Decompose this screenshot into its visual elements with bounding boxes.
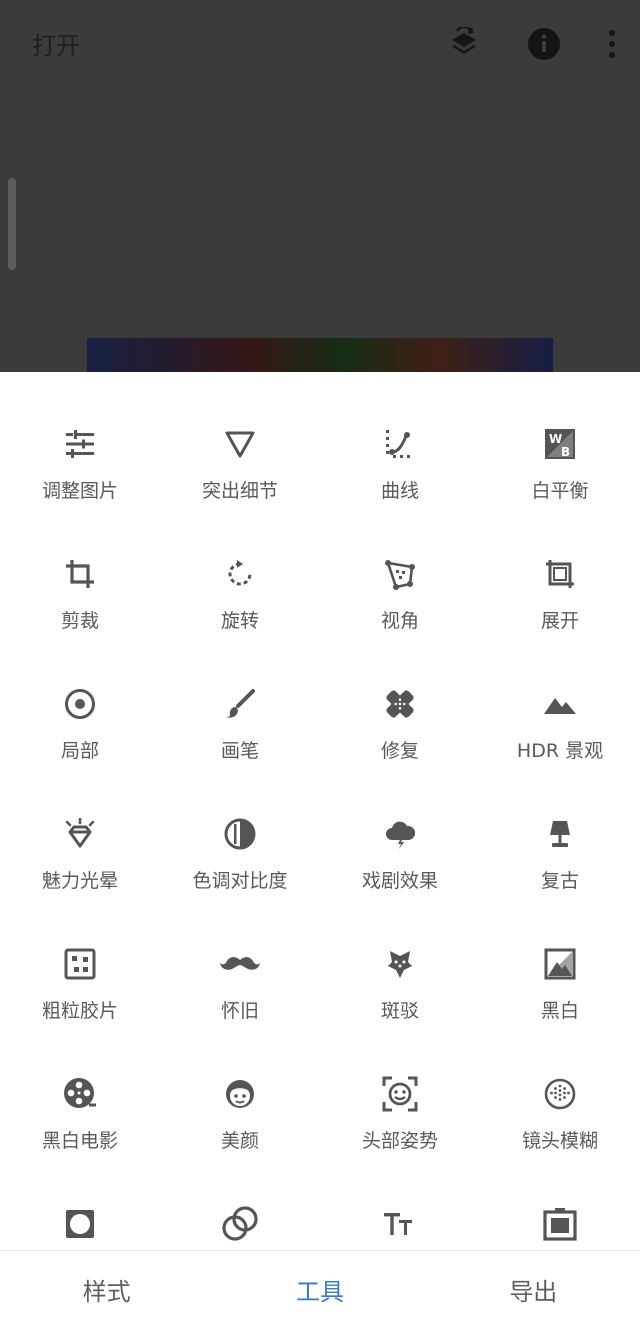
- top-actions: [442, 22, 622, 66]
- more-vert-icon[interactable]: [602, 22, 622, 66]
- text-icon: [380, 1204, 420, 1244]
- tool-label: 魅力光晕: [41, 870, 118, 892]
- tool-label: 画笔: [220, 740, 259, 762]
- tool-label: 斑驳: [380, 1000, 419, 1022]
- tool-item[interactable]: 旋转: [160, 554, 320, 684]
- tool-item[interactable]: 修复: [320, 684, 480, 814]
- tool-item[interactable]: HDR 景观: [480, 684, 640, 814]
- healing-icon: [380, 684, 420, 724]
- tool-item[interactable]: 展开: [480, 554, 640, 684]
- tool-label: 白平衡: [531, 480, 589, 502]
- tool-item[interactable]: 镜头模糊: [480, 1074, 640, 1204]
- tab-looks[interactable]: 样式: [0, 1251, 213, 1328]
- tool-item[interactable]: [320, 1204, 480, 1250]
- tool-label: 修复: [380, 740, 419, 762]
- tool-item[interactable]: 调整图片: [0, 424, 160, 554]
- glamour-glow-icon: [60, 814, 100, 854]
- tool-label: HDR 景观: [516, 740, 604, 762]
- open-button[interactable]: 打开: [32, 26, 80, 61]
- details-triangle-icon: [220, 424, 260, 464]
- grainy-film-icon: [60, 944, 100, 984]
- expand-icon: [540, 554, 580, 594]
- tonal-contrast-icon: [220, 814, 260, 854]
- vintage-lamp-icon: [540, 814, 580, 854]
- rotate-icon: [220, 554, 260, 594]
- tool-item[interactable]: 斑驳: [320, 944, 480, 1074]
- tool-item[interactable]: 怀旧: [160, 944, 320, 1074]
- tool-label: 粗粒胶片: [41, 1000, 118, 1022]
- tool-label: 剪裁: [60, 610, 99, 632]
- vignette-icon: [60, 1204, 100, 1244]
- tool-label: 突出细节: [201, 480, 278, 502]
- tool-item[interactable]: 粗粒胶片: [0, 944, 160, 1074]
- tab-export[interactable]: 导出: [427, 1251, 640, 1328]
- crop-icon: [60, 554, 100, 594]
- tool-item[interactable]: [480, 1204, 640, 1250]
- tab-tools[interactable]: 工具: [213, 1251, 426, 1328]
- noir-film-reel-icon: [60, 1074, 100, 1114]
- tool-label: 黑白电影: [41, 1130, 118, 1152]
- white-balance-icon: WB: [540, 424, 580, 464]
- tool-label: 展开: [540, 610, 579, 632]
- tool-item[interactable]: 曲线: [320, 424, 480, 554]
- tool-label: 复古: [540, 870, 579, 892]
- tool-label: 视角: [380, 610, 419, 632]
- brush-icon: [220, 684, 260, 724]
- tool-label: 美颜: [220, 1130, 259, 1152]
- frames-icon: [540, 1204, 580, 1244]
- tool-item[interactable]: [0, 1204, 160, 1250]
- tool-label: 色调对比度: [192, 870, 288, 892]
- grunge-icon: [380, 944, 420, 984]
- layers-history-icon[interactable]: [442, 22, 486, 66]
- hdr-mountain-icon: [540, 684, 580, 724]
- curves-icon: [380, 424, 420, 464]
- tool-label: 头部姿势: [361, 1130, 438, 1152]
- tool-label: 镜头模糊: [521, 1130, 598, 1152]
- tool-item[interactable]: 剪裁: [0, 554, 160, 684]
- dimmed-preview-area: 打开: [0, 0, 640, 372]
- head-pose-icon: [380, 1074, 420, 1114]
- tool-item[interactable]: 色调对比度: [160, 814, 320, 944]
- retrolux-mustache-icon: [220, 944, 260, 984]
- bottom-nav: 样式 工具 导出: [0, 1250, 640, 1328]
- tools-grid: 调整图片 突出细节 曲线 W B 白平衡剪裁 旋转 视角 展开局部 画笔 修复 HDR 景观魅力光晕 色…: [0, 424, 640, 1250]
- selective-icon: [60, 684, 100, 724]
- scrollbar[interactable]: [8, 178, 16, 270]
- photo-preview: [87, 338, 553, 372]
- black-white-icon: [540, 944, 580, 984]
- tool-item[interactable]: 局部: [0, 684, 160, 814]
- tool-item[interactable]: [160, 1204, 320, 1250]
- tool-item[interactable]: 黑白电影: [0, 1074, 160, 1204]
- tool-label: 黑白: [540, 1000, 579, 1022]
- tool-label: 戏剧效果: [361, 870, 438, 892]
- tool-item[interactable]: 戏剧效果: [320, 814, 480, 944]
- tool-item[interactable]: 突出细节: [160, 424, 320, 554]
- svg-text:B: B: [561, 445, 570, 459]
- tool-item[interactable]: 画笔: [160, 684, 320, 814]
- perspective-icon: [380, 554, 420, 594]
- face-smile-icon: [220, 1074, 260, 1114]
- tools-sheet: 调整图片 突出细节 曲线 W B 白平衡剪裁 旋转 视角 展开局部 画笔 修复 HDR 景观魅力光晕 色…: [0, 372, 640, 1250]
- tool-item[interactable]: W B 白平衡: [480, 424, 640, 554]
- tune-sliders-icon: [60, 424, 100, 464]
- svg-text:W: W: [549, 432, 562, 446]
- tool-item[interactable]: 魅力光晕: [0, 814, 160, 944]
- lens-blur-icon: [540, 1074, 580, 1114]
- tool-label: 曲线: [380, 480, 419, 502]
- tool-item[interactable]: 复古: [480, 814, 640, 944]
- tool-item[interactable]: 美颜: [160, 1074, 320, 1204]
- tool-label: 调整图片: [41, 480, 118, 502]
- info-icon[interactable]: [522, 22, 566, 66]
- tool-item[interactable]: 视角: [320, 554, 480, 684]
- drama-cloud-icon: [380, 814, 420, 854]
- tool-label: 怀旧: [220, 1000, 259, 1022]
- tool-label: 旋转: [220, 610, 259, 632]
- tool-item[interactable]: 头部姿势: [320, 1074, 480, 1204]
- double-exposure-icon: [220, 1204, 260, 1244]
- tool-item[interactable]: 黑白: [480, 944, 640, 1074]
- tool-label: 局部: [60, 740, 99, 762]
